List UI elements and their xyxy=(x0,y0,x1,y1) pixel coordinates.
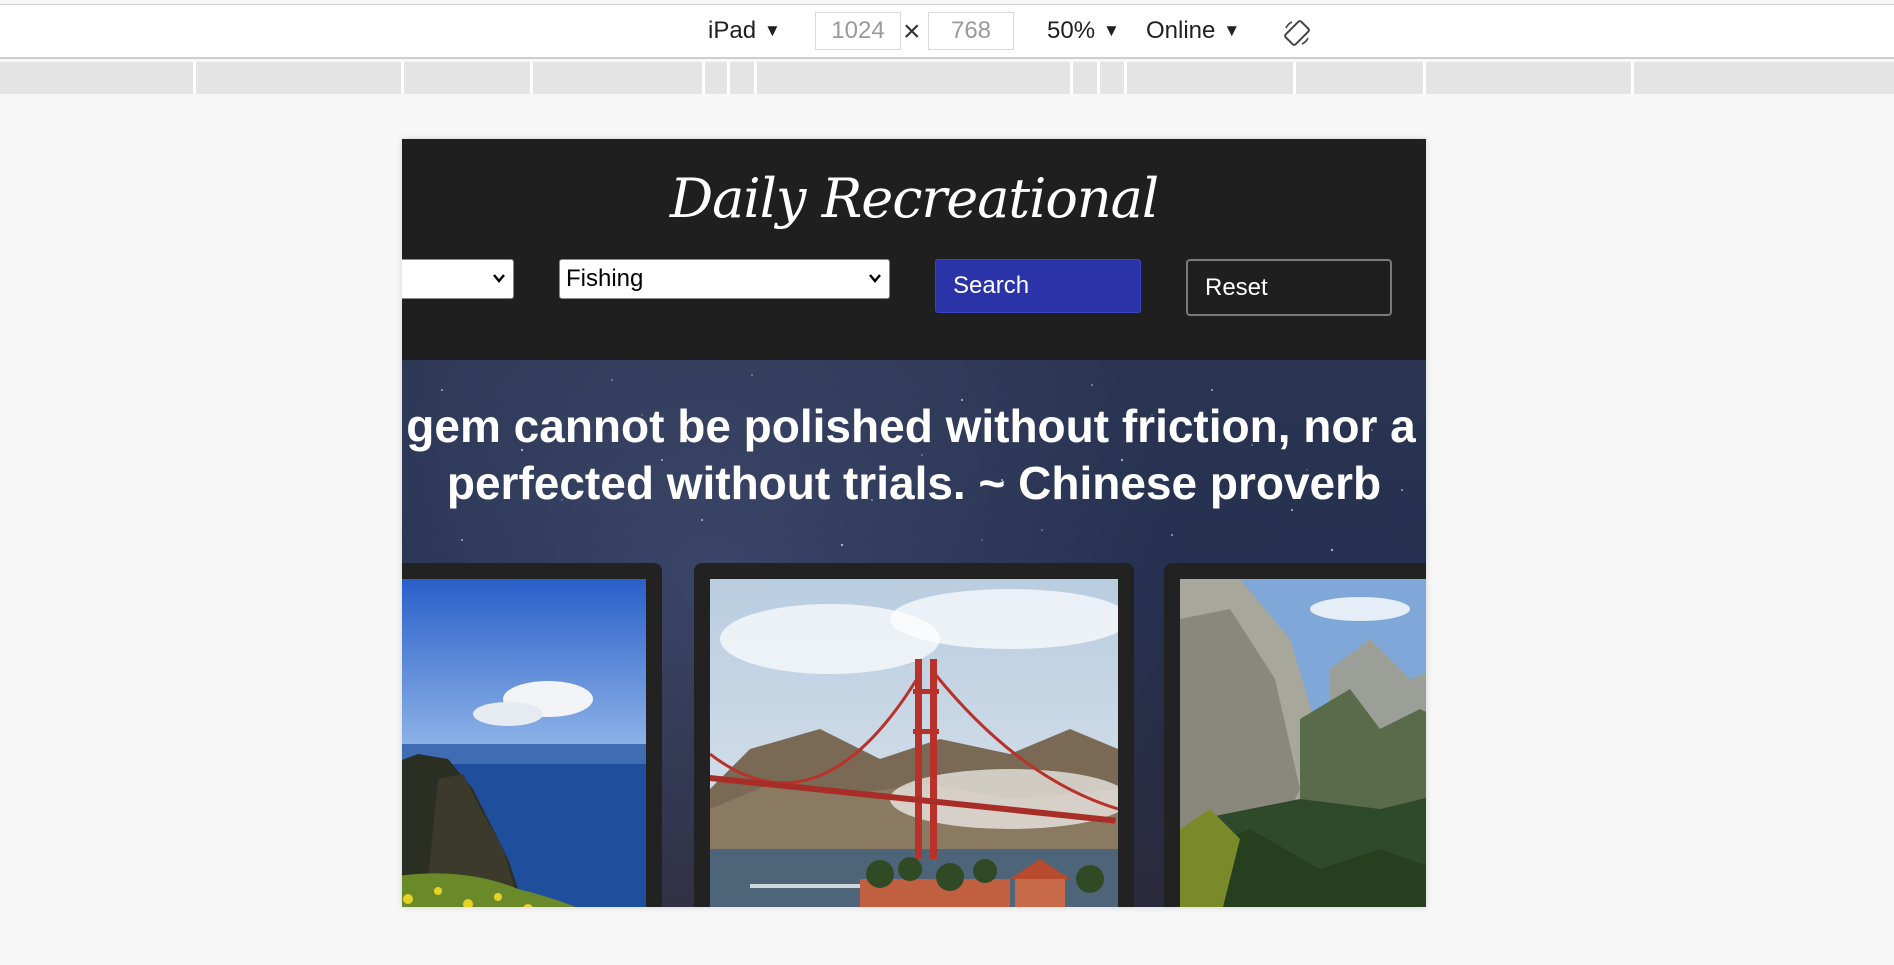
emulated-viewport: Daily Recreational Fishing Search Reset xyxy=(402,139,1426,907)
hero-quote: A gem cannot be polished without frictio… xyxy=(402,398,1426,512)
yosemite-valley-image xyxy=(1180,579,1426,907)
height-input[interactable]: 768 xyxy=(928,12,1014,50)
breakpoint-tick[interactable] xyxy=(727,62,730,94)
site-header: Daily Recreational Fishing Search Reset xyxy=(402,139,1426,360)
device-toolbar: iPad ▼ 1024 × 768 50% ▼ Online ▼ xyxy=(0,5,1894,59)
breakpoint-tick[interactable] xyxy=(754,62,757,94)
category-select[interactable] xyxy=(402,259,514,299)
destination-card[interactable] xyxy=(402,563,662,907)
activity-select[interactable]: Fishing xyxy=(559,259,890,299)
device-select[interactable]: iPad ▼ xyxy=(708,5,781,57)
network-label: Online xyxy=(1146,17,1216,44)
breakpoint-tick[interactable] xyxy=(1631,62,1634,94)
zoom-caret-icon: ▼ xyxy=(1103,21,1120,40)
coastal-cliffs-image xyxy=(402,579,646,907)
breakpoint-tick[interactable] xyxy=(1070,62,1073,94)
zoom-label: 50% xyxy=(1047,17,1096,44)
quote-line-1: A gem cannot be polished without frictio… xyxy=(402,400,1426,452)
device-label: iPad xyxy=(708,17,757,44)
media-query-bar[interactable] xyxy=(0,62,1894,94)
breakpoint-tick[interactable] xyxy=(1293,62,1296,94)
destination-card[interactable] xyxy=(694,563,1134,907)
network-caret-icon: ▼ xyxy=(1223,21,1241,40)
breakpoint-tick[interactable] xyxy=(530,62,533,94)
golden-gate-bridge-image xyxy=(710,579,1118,907)
breakpoint-tick[interactable] xyxy=(1423,62,1426,94)
activity-select-value: Fishing xyxy=(566,265,644,292)
width-input[interactable]: 1024 xyxy=(815,12,901,50)
site-title: Daily Recreational xyxy=(669,167,1159,230)
device-caret-icon: ▼ xyxy=(764,21,781,40)
dimension-times-icon: × xyxy=(903,15,921,48)
chevron-down-icon xyxy=(869,274,881,283)
destination-card[interactable] xyxy=(1164,563,1426,907)
search-button[interactable]: Search xyxy=(935,259,1141,313)
quote-line-2: perfected without trials. ~ Chinese prov… xyxy=(446,457,1382,509)
reset-button[interactable]: Reset xyxy=(1186,259,1392,316)
breakpoint-tick[interactable] xyxy=(702,62,705,94)
rotate-icon[interactable] xyxy=(1282,18,1312,48)
breakpoint-tick[interactable] xyxy=(401,62,404,94)
breakpoint-tick[interactable] xyxy=(193,62,196,94)
breakpoint-tick[interactable] xyxy=(1124,62,1127,94)
network-throttle-select[interactable]: Online ▼ xyxy=(1146,5,1240,57)
breakpoint-tick[interactable] xyxy=(1097,62,1100,94)
chevron-down-icon xyxy=(493,274,505,283)
zoom-select[interactable]: 50% ▼ xyxy=(1047,5,1120,57)
